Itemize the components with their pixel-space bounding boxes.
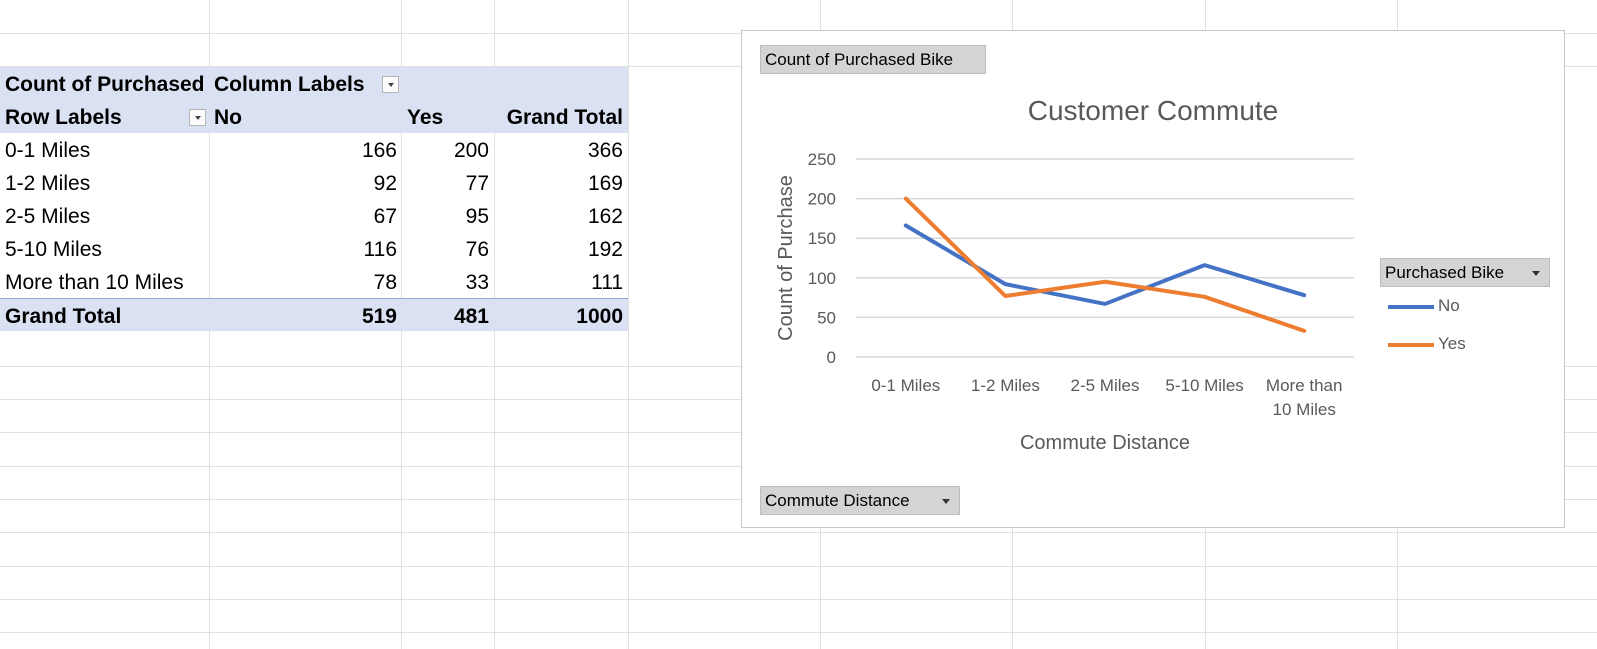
x-tick-label: More than 10 Miles bbox=[1266, 376, 1343, 419]
table-row[interactable]: 0-1 Miles 166 200 366 bbox=[0, 133, 628, 166]
row-label[interactable]: More than 10 Miles bbox=[5, 265, 184, 298]
grand-total-row[interactable]: Grand Total 519 481 1000 bbox=[0, 298, 628, 331]
cell-no[interactable]: 78 bbox=[214, 265, 397, 298]
axis-field-button-label: Commute Distance bbox=[765, 491, 910, 510]
table-row[interactable]: 2-5 Miles 67 95 162 bbox=[0, 199, 628, 232]
cell-no[interactable]: 67 bbox=[214, 199, 397, 232]
axis-field-button[interactable]: Commute Distance bbox=[760, 486, 960, 515]
cell-no[interactable]: 166 bbox=[214, 133, 397, 166]
row-label[interactable]: 0-1 Miles bbox=[5, 133, 90, 166]
y-tick-label: 150 bbox=[808, 229, 836, 248]
cell-no[interactable]: 92 bbox=[214, 166, 397, 199]
grand-total-label[interactable]: Grand Total bbox=[5, 299, 121, 332]
table-row[interactable]: More than 10 Miles 78 33 111 bbox=[0, 265, 628, 298]
row-label[interactable]: 2-5 Miles bbox=[5, 199, 90, 232]
y-tick-label: 200 bbox=[808, 190, 836, 209]
pivot-header-row-2: Row Labels No Yes Grand Total bbox=[0, 100, 628, 133]
pivot-header-row-1: Count of Purchased Column Labels bbox=[0, 67, 628, 100]
y-tick-label: 250 bbox=[808, 150, 836, 169]
series-line-no[interactable] bbox=[903, 223, 1307, 306]
pivot-value-field-label[interactable]: Count of Purchased bbox=[5, 67, 205, 100]
pivot-table[interactable]: Count of Purchased Column Labels Row Lab… bbox=[0, 67, 628, 331]
grand-total-no[interactable]: 519 bbox=[214, 299, 397, 332]
pivot-column-labels[interactable]: Column Labels bbox=[214, 67, 365, 100]
grand-total-total[interactable]: 1000 bbox=[495, 299, 623, 332]
legend-label-no[interactable]: No bbox=[1438, 296, 1460, 316]
table-row[interactable]: 1-2 Miles 92 77 169 bbox=[0, 166, 628, 199]
pivot-row-labels[interactable]: Row Labels bbox=[5, 100, 122, 133]
cell-total[interactable]: 366 bbox=[495, 133, 623, 166]
legend-swatch-yes bbox=[1388, 343, 1434, 347]
cell-total[interactable]: 162 bbox=[495, 199, 623, 232]
row-label[interactable]: 5-10 Miles bbox=[5, 232, 102, 265]
pivot-chart[interactable]: Count of Purchased Bike Customer Commute… bbox=[741, 30, 1565, 528]
chevron-down-icon[interactable] bbox=[942, 499, 950, 504]
row-labels-filter-dropdown[interactable] bbox=[189, 109, 206, 126]
legend-field-button[interactable]: Purchased Bike bbox=[1380, 258, 1550, 287]
grand-total-yes[interactable]: 481 bbox=[403, 299, 489, 332]
y-tick-label: 0 bbox=[827, 348, 836, 367]
cell-no[interactable]: 116 bbox=[214, 232, 397, 265]
cell-yes[interactable]: 76 bbox=[403, 232, 489, 265]
pivot-header-grand-total[interactable]: Grand Total bbox=[495, 100, 623, 133]
row-label[interactable]: 1-2 Miles bbox=[5, 166, 90, 199]
y-tick-label: 50 bbox=[817, 308, 836, 327]
cell-total[interactable]: 169 bbox=[495, 166, 623, 199]
table-row[interactable]: 5-10 Miles 116 76 192 bbox=[0, 232, 628, 265]
x-axis-title: Commute Distance bbox=[1020, 432, 1190, 454]
x-tick-label: 0-1 Miles bbox=[871, 376, 940, 395]
cell-yes[interactable]: 200 bbox=[403, 133, 489, 166]
x-tick-label: 5-10 Miles bbox=[1165, 376, 1243, 395]
pivot-header-yes[interactable]: Yes bbox=[407, 100, 443, 133]
legend-swatch-no bbox=[1388, 305, 1434, 309]
x-tick-label: 2-5 Miles bbox=[1071, 376, 1140, 395]
column-labels-filter-dropdown[interactable] bbox=[382, 76, 399, 93]
series-line-yes[interactable] bbox=[903, 196, 1307, 333]
cell-yes[interactable]: 95 bbox=[403, 199, 489, 232]
cell-yes[interactable]: 33 bbox=[403, 265, 489, 298]
y-axis-title: Count of Purchase bbox=[775, 175, 797, 341]
legend-label-yes[interactable]: Yes bbox=[1438, 334, 1466, 354]
x-tick-label: 1-2 Miles bbox=[971, 376, 1040, 395]
pivot-header-no[interactable]: No bbox=[214, 100, 242, 133]
legend-field-button-label: Purchased Bike bbox=[1385, 263, 1505, 282]
cell-total[interactable]: 192 bbox=[495, 232, 623, 265]
chevron-down-icon[interactable] bbox=[1532, 271, 1540, 276]
cell-total[interactable]: 111 bbox=[495, 265, 623, 298]
cell-yes[interactable]: 77 bbox=[403, 166, 489, 199]
y-tick-label: 100 bbox=[808, 269, 836, 288]
